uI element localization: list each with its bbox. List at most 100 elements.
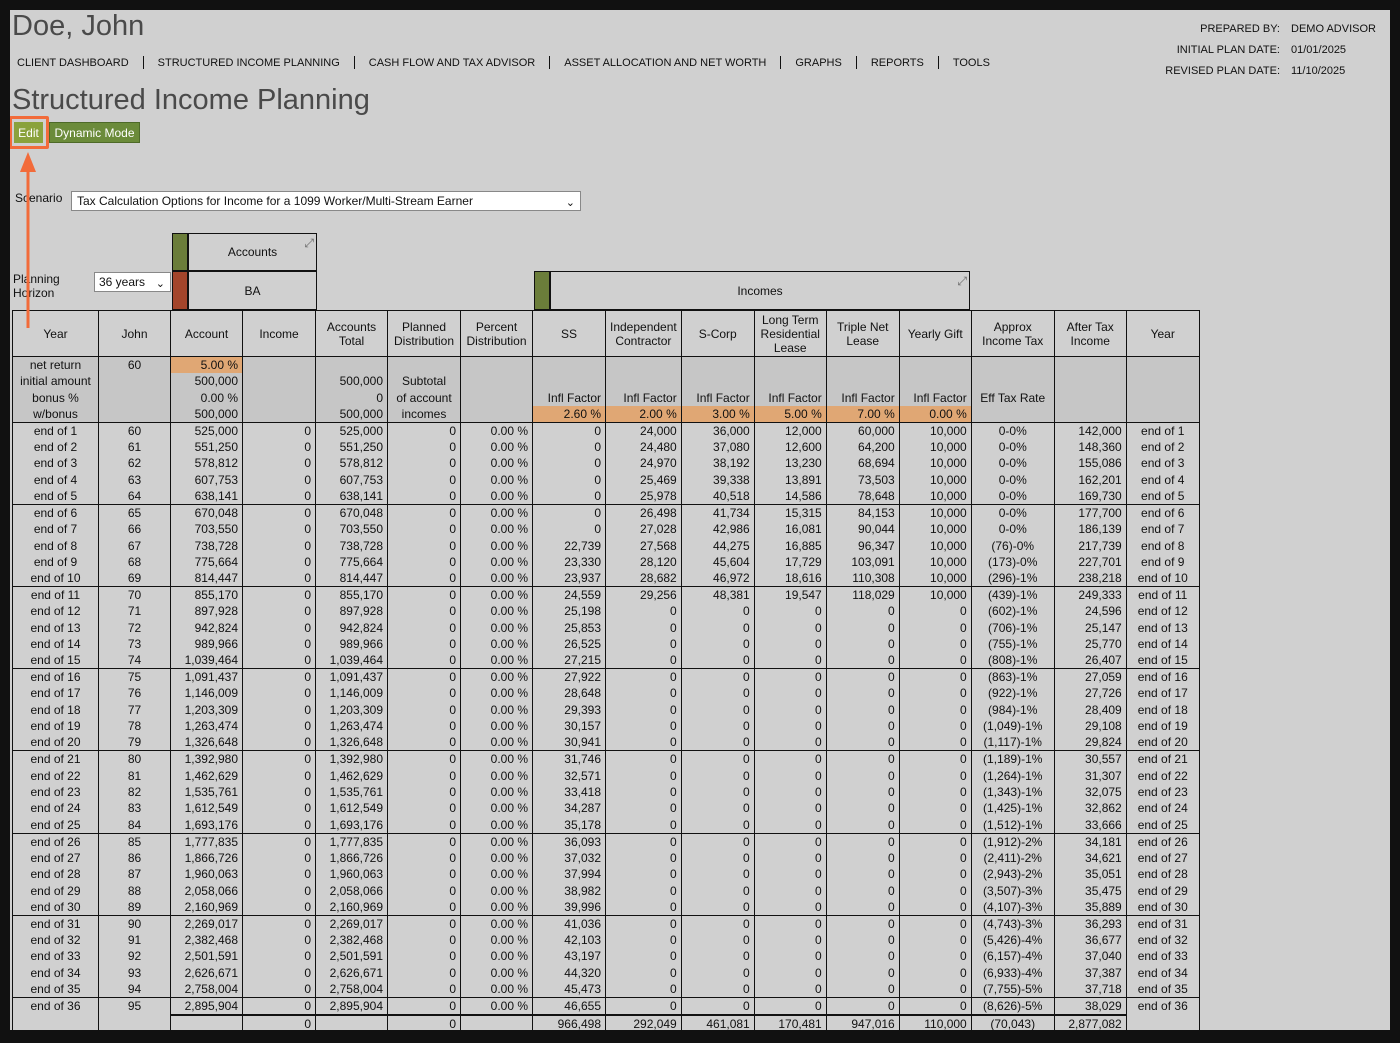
account-setup-value[interactable]: 500,000: [170, 405, 243, 423]
infl-factor-input[interactable]: 7.00 %: [825, 405, 900, 423]
table-cell: 0: [387, 980, 461, 998]
table-cell: 16,081: [753, 520, 827, 538]
table-cell: 0: [387, 964, 461, 981]
table-cell: 0.00 %: [460, 668, 533, 686]
table-cell: 0: [898, 668, 972, 686]
table-cell: 0: [680, 800, 755, 817]
table-cell: 37,387: [1053, 964, 1127, 981]
table-cell: 1,039,464: [315, 652, 388, 669]
table-cell: 0: [898, 948, 972, 965]
table-cell: 31,307: [1053, 767, 1127, 784]
collapse-icon[interactable]: ⤢: [957, 274, 967, 289]
table-cell: 91: [98, 931, 171, 949]
table-cell: 45,473: [532, 980, 606, 998]
account-setup-value[interactable]: 0.00 %: [170, 389, 243, 406]
table-cell: 65: [98, 503, 171, 521]
table-cell: 17,729: [753, 553, 827, 571]
table-cell: 0: [387, 849, 461, 867]
setup-cell: incomes: [387, 405, 461, 423]
table-cell: 0: [753, 898, 827, 916]
table-cell: 0.00 %: [460, 718, 533, 735]
edit-button[interactable]: Edit: [14, 122, 43, 143]
table-cell: 0: [680, 996, 755, 1015]
table-cell: 0.00 %: [460, 783, 533, 801]
nav-cash-flow[interactable]: CASH FLOW AND TAX ADVISOR: [369, 57, 535, 69]
table-cell: end of 4: [12, 471, 99, 488]
table-cell: 0: [825, 948, 900, 965]
table-cell: 70: [98, 586, 171, 604]
setup-cell: [1053, 356, 1127, 373]
nav-structured-income[interactable]: STRUCTURED INCOME PLANNING: [158, 57, 340, 69]
table-cell: 0: [242, 553, 316, 571]
planning-horizon-select[interactable]: 36 years ⌄: [94, 272, 171, 292]
table-cell: 0: [387, 767, 461, 784]
infl-factor-input[interactable]: 0.00 %: [898, 405, 972, 423]
table-row: end of 15 74 1,039,464 0 1,039,464 0 0.00 % 27,…: [12, 652, 1200, 669]
setup-cell: 500,000: [315, 405, 388, 423]
table-cell: 13,891: [753, 471, 827, 488]
table-cell: 64,200: [825, 438, 900, 456]
nav-graphs[interactable]: GRAPHS: [795, 57, 841, 69]
table-cell: 37,080: [680, 438, 755, 456]
table-cell: 27,922: [532, 668, 606, 686]
infl-factor-input[interactable]: 5.00 %: [753, 405, 827, 423]
setup-cell: of account: [387, 389, 461, 406]
account-setup-value[interactable]: 500,000: [170, 373, 243, 390]
table-cell: end of 1: [1125, 421, 1200, 439]
infl-factor-input[interactable]: 3.00 %: [680, 405, 755, 423]
table-cell: 989,966: [170, 635, 243, 653]
table-cell: 35,178: [532, 816, 606, 834]
table-cell: 0: [680, 882, 755, 899]
table-cell: 0: [242, 750, 316, 768]
table-cell: 15,315: [753, 503, 827, 521]
table-cell: end of 16: [1125, 668, 1200, 686]
table-cell: 1,263,474: [315, 718, 388, 735]
nav-client-dashboard[interactable]: CLIENT DASHBOARD: [17, 57, 129, 69]
table-cell: 0: [680, 898, 755, 916]
table-cell: 37,040: [1053, 948, 1127, 965]
table-cell: 76: [98, 685, 171, 702]
table-cell: 0: [825, 866, 900, 883]
infl-factor-label: Infl Factor: [680, 389, 755, 406]
table-cell: end of 17: [1125, 685, 1200, 702]
setup-cell: [825, 373, 900, 390]
table-row: end of 6 65 670,048 0 670,048 0 0.00 % 0 26,498 4…: [12, 503, 1200, 521]
total-cell: [460, 1013, 533, 1030]
table-cell: 1,612,549: [170, 800, 243, 817]
table-cell: 0: [605, 635, 682, 653]
infl-factor-input[interactable]: 2.60 %: [532, 405, 606, 423]
total-cell: 0: [387, 1013, 461, 1030]
table-cell: (922)-1%: [970, 685, 1055, 702]
table-cell: 0: [680, 652, 755, 669]
table-cell: 32,862: [1053, 800, 1127, 817]
scenario-select[interactable]: Tax Calculation Options for Income for a…: [71, 191, 581, 211]
table-cell: 30,941: [532, 734, 606, 751]
table-row: end of 14 73 989,966 0 989,966 0 0.00 % 26,525 0…: [12, 635, 1200, 653]
table-cell: 155,086: [1053, 455, 1127, 472]
nav-asset-allocation[interactable]: ASSET ALLOCATION AND NET WORTH: [564, 57, 766, 69]
table-cell: 77: [98, 701, 171, 719]
account-setup-value[interactable]: 5.00 %: [170, 356, 243, 373]
table-cell: end of 14: [12, 635, 99, 653]
table-row: end of 36 95 2,895,904 0 2,895,904 0 0.00 % 46,…: [12, 996, 1200, 1015]
table-cell: 0: [753, 980, 827, 998]
table-cell: (4,107)-3%: [970, 898, 1055, 916]
nav-reports[interactable]: REPORTS: [871, 57, 924, 69]
table-cell: 1,146,009: [170, 685, 243, 702]
table-cell: 36,093: [532, 832, 606, 850]
table-cell: 29,393: [532, 701, 606, 719]
table-cell: 525,000: [315, 421, 388, 439]
dynamic-mode-button[interactable]: Dynamic Mode: [49, 122, 140, 143]
table-row: end of 16 75 1,091,437 0 1,091,437 0 0.00 % 27,…: [12, 668, 1200, 686]
table-row: end of 26 85 1,777,835 0 1,777,835 0 0.00 % 36,…: [12, 832, 1200, 850]
table-cell: 0: [242, 503, 316, 521]
table-cell: 62: [98, 455, 171, 472]
table-cell: 1,326,648: [315, 734, 388, 751]
infl-factor-input[interactable]: 2.00 %: [605, 405, 682, 423]
table-row: end of 21 80 1,392,980 0 1,392,980 0 0.00 % 31,…: [12, 750, 1200, 768]
nav-tools[interactable]: TOOLS: [953, 57, 990, 69]
table-cell: 1,203,309: [315, 701, 388, 719]
table-cell: 10,000: [898, 553, 972, 571]
collapse-icon[interactable]: ⤢: [304, 236, 314, 251]
table-cell: 0: [680, 685, 755, 702]
